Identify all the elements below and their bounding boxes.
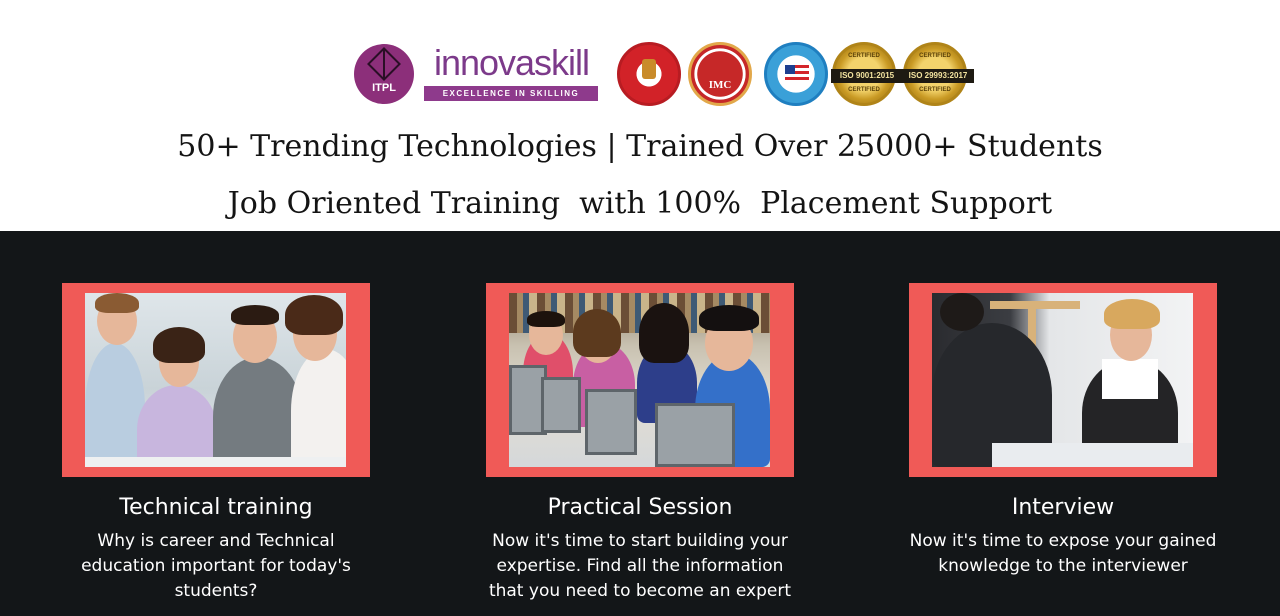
itpl-logo-label: ITPL [372, 82, 396, 94]
innovaskill-logo: innovaskill EXCELLENCE IN SKILLING [424, 42, 599, 102]
interview-title: Interview [1011, 495, 1115, 520]
feature-card-practical [486, 283, 794, 477]
interview-photo [932, 293, 1193, 467]
technical-training-title: Technical training [119, 495, 313, 520]
iso-9001-badge: CERTIFIED ISO 9001:2015 CERTIFIED [831, 42, 903, 106]
emblem-icon [642, 59, 656, 79]
iso-9001-label: ISO 9001:2015 [831, 69, 903, 83]
iso-29993-label: ISO 29993:2017 [902, 69, 974, 83]
headline-placement: Job Oriented Training with 100% Placemen… [227, 186, 1053, 221]
practical-session-description: Now it's time to start building your exp… [488, 531, 792, 601]
government-emblem-badge [617, 42, 681, 106]
imc-badge-label: IMC [708, 79, 732, 91]
interview-description: Now it's time to expose your gained know… [909, 531, 1217, 576]
brand-name: innovaskill [433, 42, 590, 83]
practical-session-photo [509, 293, 770, 467]
iso-29993-badge: CERTIFIED ISO 29993:2017 CERTIFIED [902, 42, 974, 106]
itpl-logo: ITPL [354, 44, 414, 104]
technical-training-photo [85, 293, 346, 467]
practical-session-title: Practical Session [547, 495, 733, 520]
features-section: Technical training Why is career and Tec… [0, 231, 1280, 616]
brand-tagline: EXCELLENCE IN SKILLING [424, 86, 598, 101]
feature-card-interview [909, 283, 1217, 477]
imc-badge: IMC [688, 42, 752, 106]
feature-card-technical [62, 283, 370, 477]
header-banner: ITPL innovaskill EXCELLENCE IN SKILLING … [0, 0, 1280, 231]
logo-row: ITPL innovaskill EXCELLENCE IN SKILLING … [354, 40, 974, 108]
technical-training-description: Why is career and Technical education im… [81, 531, 351, 601]
headline-technologies: 50+ Trending Technologies | Trained Over… [177, 129, 1103, 164]
accreditation-badge [764, 42, 828, 106]
